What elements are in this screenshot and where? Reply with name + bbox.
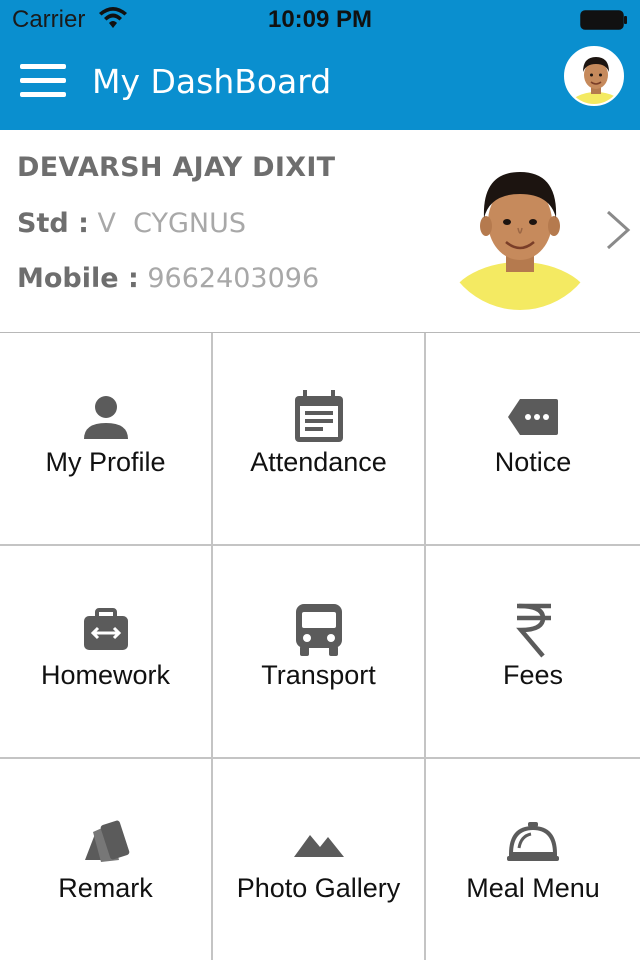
calendar-icon <box>213 389 424 445</box>
menu-label: Photo Gallery <box>236 873 401 903</box>
bus-icon <box>213 602 424 658</box>
menu-label: Homework <box>40 660 171 690</box>
mountains-icon <box>213 815 424 871</box>
menu-tile-transport[interactable]: Transport <box>213 546 426 759</box>
notice-tag-icon <box>426 389 640 445</box>
menu-tile-remark[interactable]: Remark <box>0 759 213 960</box>
student-photo <box>440 150 600 310</box>
menu-label: Attendance <box>250 447 387 477</box>
status-bar: Carrier 10:09 PM <box>0 0 640 40</box>
hamburger-menu-icon[interactable] <box>20 64 70 100</box>
menu-tile-meal-menu[interactable]: Meal Menu <box>426 759 640 960</box>
menu-tile-fees[interactable]: Fees <box>426 546 640 759</box>
navigation-bar: My DashBoard <box>0 40 640 130</box>
rupee-icon <box>426 602 640 658</box>
page-title: My DashBoard <box>92 62 332 101</box>
menu-tile-homework[interactable]: Homework <box>0 546 213 759</box>
menu-label: Notice <box>494 447 572 477</box>
person-icon <box>0 389 211 445</box>
mobile-label: Mobile : <box>17 263 139 294</box>
menu-tile-photo-gallery[interactable]: Photo Gallery <box>213 759 426 960</box>
menu-label: Transport <box>261 660 376 690</box>
std-label: Std : <box>17 208 89 239</box>
menu-tile-notice[interactable]: Notice <box>426 333 640 546</box>
student-profile-card[interactable]: DEVARSH AJAY DIXIT Std : V CYGNUS Mobile… <box>0 130 640 332</box>
cloche-icon <box>426 815 640 871</box>
cards-icon <box>0 815 211 871</box>
briefcase-icon <box>0 602 211 658</box>
std-row: Std : V CYGNUS <box>17 208 246 239</box>
menu-label: Fees <box>502 660 564 690</box>
menu-label: Meal Menu <box>466 873 600 903</box>
header-avatar[interactable] <box>564 46 624 106</box>
menu-tile-attendance[interactable]: Attendance <box>213 333 426 546</box>
clock-time: 10:09 PM <box>267 6 373 33</box>
mobile-row: Mobile : 9662403096 <box>17 263 319 294</box>
menu-label: My Profile <box>45 447 166 477</box>
mobile-value: 9662403096 <box>147 263 320 294</box>
std-value: V CYGNUS <box>97 208 247 239</box>
dashboard-menu-grid: My Profile Attendance Notice Homework Tr… <box>0 332 640 960</box>
chevron-right-icon[interactable] <box>604 208 632 257</box>
battery-icon <box>580 10 628 30</box>
menu-tile-my-profile[interactable]: My Profile <box>0 333 213 546</box>
menu-label: Remark <box>58 873 153 903</box>
student-name: DEVARSH AJAY DIXIT <box>17 152 336 183</box>
